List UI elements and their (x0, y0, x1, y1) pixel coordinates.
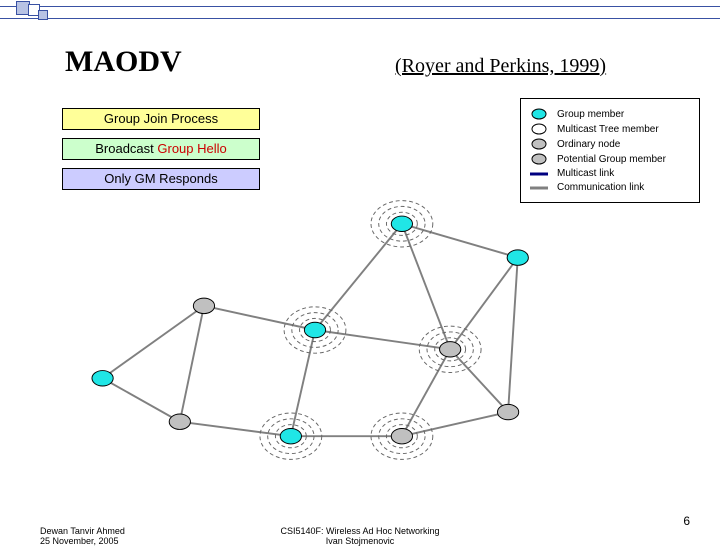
process-step-2: Broadcast Group Hello (62, 138, 260, 160)
legend-label: Multicast Tree member (557, 124, 659, 135)
legend-row-multicast-link: Multicast link (529, 168, 691, 179)
legend-row-multicast-tree: Multicast Tree member (529, 123, 691, 135)
legend-row-potential: Potential Group member (529, 153, 691, 165)
potential-member-icon (529, 153, 549, 165)
legend-label: Potential Group member (557, 154, 666, 165)
slide-title: MAODV (65, 45, 182, 79)
process-step-2-before: Broadcast (95, 141, 157, 156)
footer-course-block: CSI5140F: Wireless Ad Hoc Networking Iva… (280, 526, 439, 546)
process-step-1: Group Join Process (62, 108, 260, 130)
legend-label: Group member (557, 109, 624, 120)
multicast-link-icon (529, 171, 549, 177)
ordinary-node-icon (529, 138, 549, 150)
footer-date: 25 November, 2005 (40, 536, 125, 546)
multicast-tree-icon (529, 123, 549, 135)
footer-course: CSI5140F: Wireless Ad Hoc Networking (280, 526, 439, 536)
footer-instructor: Ivan Stojmenovic (280, 536, 439, 546)
legend-label: Multicast link (557, 168, 614, 179)
legend-row-ordinary: Ordinary node (529, 138, 691, 150)
footer-page: 6 (683, 514, 690, 528)
group-member-icon (529, 108, 549, 120)
slide-top-decoration (0, 0, 720, 22)
footer-author-block: Dewan Tanvir Ahmed 25 November, 2005 (40, 526, 125, 546)
legend-label: Ordinary node (557, 139, 620, 150)
legend: Group member Multicast Tree member Ordin… (520, 98, 700, 203)
footer-author: Dewan Tanvir Ahmed (40, 526, 125, 536)
legend-row-group-member: Group member (529, 108, 691, 120)
process-step-1-label: Group Join Process (104, 111, 218, 126)
network-diagram (55, 190, 575, 470)
process-step-2-red: Group Hello (157, 141, 226, 156)
process-step-3-label: Only GM Responds (104, 171, 217, 186)
process-step-3: Only GM Responds (62, 168, 260, 190)
citation: (Royer and Perkins, 1999) (395, 55, 606, 78)
